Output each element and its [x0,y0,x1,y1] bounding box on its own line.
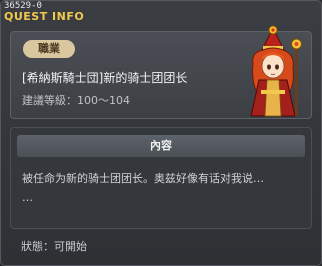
content-description: 被任命为新的骑士团团长。奥兹好像有话对我说… … [22,169,304,207]
content-line: … [22,191,33,204]
level-label: 建議等級 [22,94,66,107]
window-title: QUEST INFO [4,10,85,23]
status-value: 可開始 [54,240,87,253]
status-label: 狀態 [21,240,43,253]
status-colon: ： [43,240,54,253]
quest-status: 狀態：可開始 [21,238,87,254]
category-badge: 職業 [23,40,75,58]
content-panel: 內容 被任命为新的骑士团团长。奥兹好像有话对我说… … [10,127,312,229]
level-range: 100～104 [77,94,130,107]
quest-info-window: 36529-0 QUEST INFO 職業 [希納斯騎士団]新的骑士团团长 建議… [0,0,322,266]
quest-summary-panel: 職業 [希納斯騎士団]新的骑士团团长 建議等級：100～104 [10,25,312,119]
quest-name: [希納斯騎士団]新的骑士团团长 [22,71,188,85]
recommended-level: 建議等級：100～104 [22,92,130,108]
content-heading: 內容 [17,135,305,157]
content-line: 被任命为新的骑士团团长。奥兹好像有话对我说… [22,172,264,185]
level-colon: ： [66,94,77,107]
npc-portrait-icon [250,25,302,117]
